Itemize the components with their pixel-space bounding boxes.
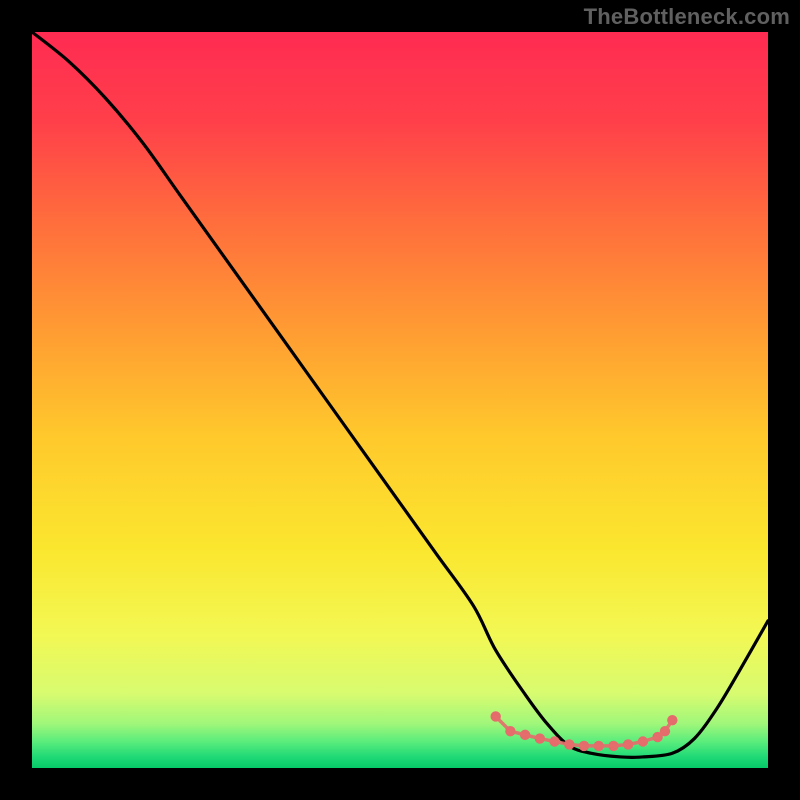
bottleneck-curve: [32, 32, 768, 757]
watermark-text: TheBottleneck.com: [584, 4, 790, 30]
chart-svg: [32, 32, 768, 768]
chart-container: TheBottleneck.com: [0, 0, 800, 800]
plot-area: [32, 32, 768, 768]
